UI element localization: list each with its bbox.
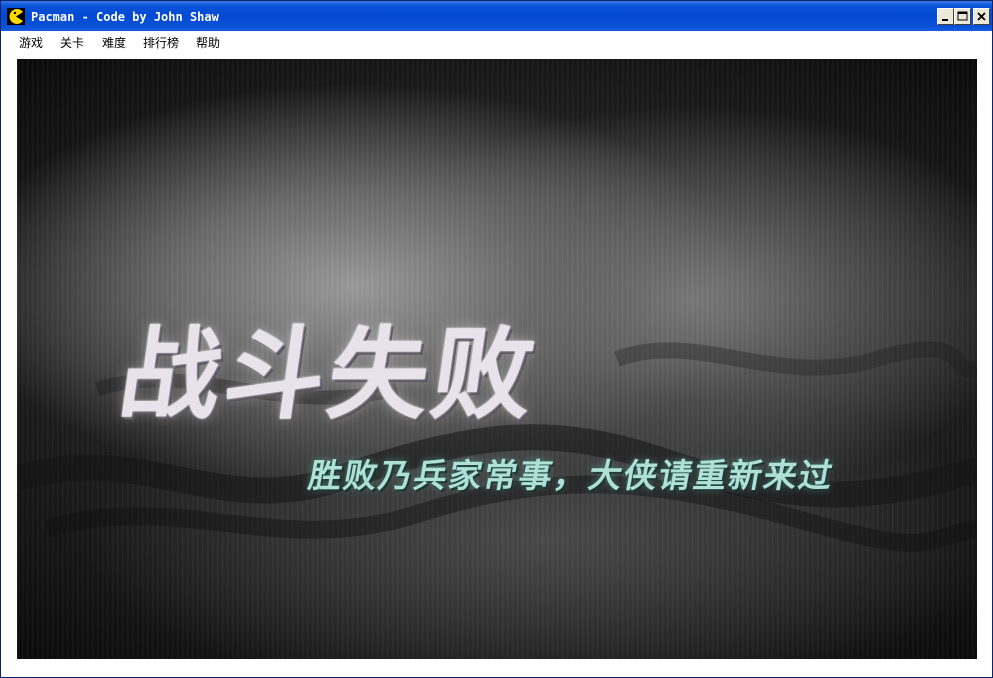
game-canvas[interactable]: 战斗失败 胜败乃兵家常事，大侠请重新来过 xyxy=(17,59,977,659)
minimize-button[interactable] xyxy=(937,8,954,25)
maximize-button[interactable] xyxy=(954,8,971,25)
close-button[interactable] xyxy=(973,8,990,25)
title-bar[interactable]: Pacman - Code by John Shaw xyxy=(1,1,992,31)
close-icon xyxy=(977,12,986,21)
menu-difficulty[interactable]: 难度 xyxy=(102,35,126,52)
menu-game[interactable]: 游戏 xyxy=(19,35,43,52)
window-title: Pacman - Code by John Shaw xyxy=(31,10,219,24)
minimize-icon xyxy=(942,19,948,21)
menu-help[interactable]: 帮助 xyxy=(196,35,220,52)
app-window: Pacman - Code by John Shaw 游戏 关卡 难度 排行榜 … xyxy=(0,0,993,678)
pacman-icon[interactable] xyxy=(7,8,25,25)
defeat-title: 战斗失败 xyxy=(112,315,546,433)
defeat-subtitle: 胜败乃兵家常事，大侠请重新来过 xyxy=(305,456,838,495)
menu-bar: 游戏 关卡 难度 排行榜 帮助 xyxy=(1,31,992,55)
menu-leaderboard[interactable]: 排行榜 xyxy=(143,35,179,52)
maximize-icon xyxy=(957,11,968,21)
window-bottom-border xyxy=(1,665,992,677)
menu-level[interactable]: 关卡 xyxy=(60,35,84,52)
